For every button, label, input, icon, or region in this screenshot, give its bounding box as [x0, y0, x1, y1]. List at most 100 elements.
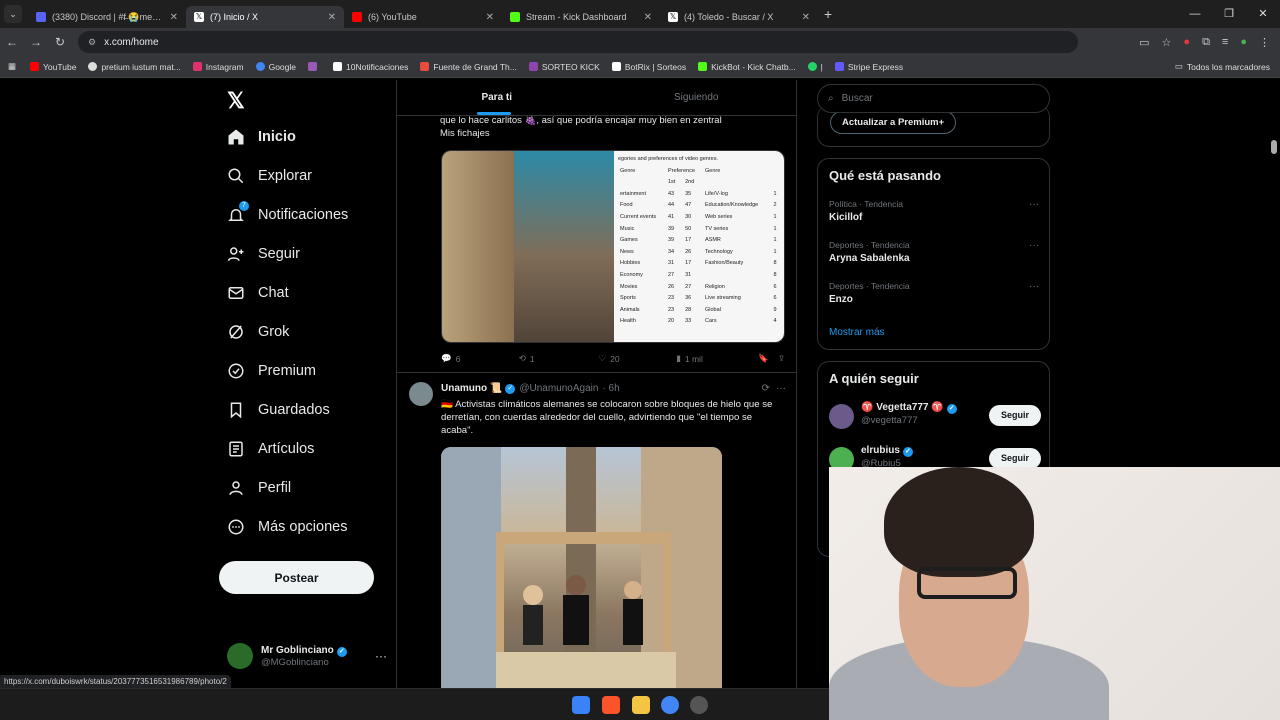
- like-button[interactable]: ♡ 20: [598, 353, 676, 364]
- bookmark-stripe[interactable]: Stripe Express: [834, 62, 903, 72]
- reply-button[interactable]: 💬 6: [441, 353, 519, 364]
- back-icon[interactable]: ←: [0, 35, 24, 49]
- browser-tab[interactable]: 𝕏 (4) Toledo - Buscar / X ✕: [660, 6, 818, 28]
- nav-premium[interactable]: Premium: [227, 362, 316, 380]
- new-tab-icon[interactable]: +: [824, 6, 832, 22]
- browser-tab[interactable]: (6) YouTube ✕: [344, 6, 502, 28]
- nav-mas-opciones[interactable]: Más opciones: [227, 518, 347, 536]
- show-more-link[interactable]: Mostrar más: [829, 327, 885, 338]
- tab-siguiendo[interactable]: Siguiendo: [597, 80, 797, 115]
- bookmark-10notificaciones[interactable]: 10Notificaciones: [333, 62, 408, 72]
- more-dots-icon[interactable]: ···: [1029, 240, 1039, 251]
- nav-seguir[interactable]: Seguir: [227, 245, 300, 263]
- repost-button[interactable]: ⟲ 1: [519, 353, 599, 364]
- follow-suggestion[interactable]: ♈ Vegetta777 ♈ ✓ @vegetta777 Seguir: [829, 402, 1041, 434]
- tweet[interactable]: Unamuno 📜 ✓ @UnamunoAgain · 6h ⟳ ··· 🇩🇪 …: [397, 372, 796, 689]
- table-photo[interactable]: egories and preferences of video genres.…: [614, 151, 784, 342]
- close-tab-icon[interactable]: ✕: [486, 12, 494, 23]
- share-icon[interactable]: ⇪: [778, 353, 785, 364]
- bookmark-instagram[interactable]: Instagram: [192, 62, 244, 72]
- profile-avatar-icon[interactable]: ●: [1240, 36, 1247, 49]
- obs-icon[interactable]: [690, 696, 708, 714]
- nav-notificaciones[interactable]: 7 Notificaciones: [227, 201, 348, 224]
- bookmark-icon[interactable]: 🔖: [758, 353, 778, 364]
- follow-button[interactable]: Seguir: [989, 448, 1041, 469]
- views-button[interactable]: ▮ 1 mil: [676, 353, 758, 364]
- brave-icon[interactable]: [602, 696, 620, 714]
- browser-tab[interactable]: Stream - Kick Dashboard ✕: [502, 6, 660, 28]
- all-bookmarks-folder[interactable]: ▭ Todos los marcadores: [1175, 61, 1270, 72]
- nav-perfil[interactable]: Perfil: [227, 479, 291, 497]
- media-icon[interactable]: ≡: [1222, 36, 1228, 49]
- grok-icon[interactable]: ⟳: [762, 383, 776, 394]
- more-dots-icon[interactable]: ···: [1029, 281, 1039, 292]
- close-window-icon[interactable]: ✕: [1246, 0, 1280, 28]
- close-tab-icon[interactable]: ✕: [644, 12, 652, 23]
- browser-tab[interactable]: (3380) Discord | #f̶ 😭memes ✕: [28, 6, 186, 28]
- close-tab-icon[interactable]: ✕: [328, 12, 336, 23]
- chrome-icon[interactable]: [661, 696, 679, 714]
- bookmark-botrix[interactable]: BotRix | Sorteos: [611, 62, 686, 72]
- nav-inicio[interactable]: Inicio: [227, 128, 296, 146]
- bookmark-pretium[interactable]: pretium iustum mat...: [88, 62, 181, 72]
- post-button[interactable]: Postear: [219, 561, 374, 594]
- forward-icon[interactable]: →: [24, 35, 48, 49]
- close-tab-icon[interactable]: ✕: [802, 12, 810, 23]
- close-tab-icon[interactable]: ✕: [170, 12, 178, 23]
- nav-explorar[interactable]: Explorar: [227, 167, 312, 185]
- nav-chat[interactable]: Chat: [227, 284, 289, 302]
- bookmark-google[interactable]: Google: [255, 62, 296, 72]
- bookmark-unnamed[interactable]: [308, 62, 321, 71]
- trend-item[interactable]: Política · Tendencia Kicillof ···: [829, 199, 1039, 223]
- tweet-media[interactable]: egories and preferences of video genres.…: [441, 150, 785, 343]
- tweet-text: 🇩🇪 Activistas climáticos alemanes se col…: [441, 399, 773, 436]
- trend-item[interactable]: Deportes · Tendencia Enzo ···: [829, 281, 1039, 305]
- bookmark-sorteo-kick[interactable]: SORTEO KICK: [528, 62, 600, 72]
- nav-articulos[interactable]: Artículos: [227, 440, 314, 458]
- link-status-bar: https://x.com/duboiswrk/status/203777351…: [0, 675, 231, 688]
- avatar[interactable]: [409, 382, 433, 406]
- nav-grok[interactable]: Grok: [227, 323, 289, 341]
- follow-button[interactable]: Seguir: [989, 405, 1041, 426]
- url-input[interactable]: ⚙ x.com/home: [78, 31, 1078, 53]
- minimize-icon[interactable]: —: [1178, 0, 1212, 28]
- more-dots-icon[interactable]: ···: [1029, 199, 1039, 210]
- site-info-icon[interactable]: ⚙: [88, 37, 96, 48]
- account-switcher[interactable]: Mr Goblinciano ✓ @MGoblinciano ···: [227, 643, 387, 669]
- tab-para-ti[interactable]: Para ti: [397, 80, 597, 115]
- photo[interactable]: [514, 151, 614, 342]
- restore-icon[interactable]: ❐: [1212, 0, 1246, 28]
- trend-item[interactable]: Deportes · Tendencia Aryna Sabalenka ···: [829, 240, 1039, 264]
- reload-icon[interactable]: ↻: [48, 35, 72, 49]
- browser-tab-active[interactable]: 𝕏 (7) Inicio / X ✕: [186, 6, 344, 28]
- webcam-hair: [884, 467, 1034, 577]
- extension-icon[interactable]: ●: [1183, 36, 1190, 49]
- bookmark-whatsapp[interactable]: |: [807, 62, 823, 72]
- upgrade-premium-button[interactable]: Actualizar a Premium+: [830, 111, 957, 134]
- photo: [441, 447, 722, 689]
- tweet-media[interactable]: [441, 447, 722, 689]
- bookmark-kickbot[interactable]: KickBot - Kick Chatb...: [698, 62, 796, 72]
- nav-guardados[interactable]: Guardados: [227, 401, 330, 419]
- search-input[interactable]: ⌕ Buscar: [817, 84, 1050, 113]
- folder-icon[interactable]: [632, 696, 650, 714]
- star-icon[interactable]: ☆: [1162, 36, 1172, 49]
- bookmark-grand-theft[interactable]: Fuente de Grand Th...: [420, 62, 517, 72]
- tweet-actions: 💬 6 ⟲ 1 ♡ 20 ▮ 1 mil 🔖 ⇪: [441, 353, 785, 364]
- apps-icon[interactable]: ▦: [8, 61, 16, 72]
- windows-start-icon[interactable]: [572, 696, 590, 714]
- puzzle-icon[interactable]: ⧉: [1202, 36, 1210, 49]
- more-dots-icon[interactable]: ···: [776, 383, 786, 394]
- more-dots-icon[interactable]: ···: [375, 649, 387, 663]
- bookmark-youtube[interactable]: YouTube: [30, 62, 76, 72]
- cast-icon[interactable]: ▭: [1139, 36, 1149, 49]
- photo[interactable]: [442, 151, 514, 342]
- tab-search-button[interactable]: ⌄: [4, 5, 22, 23]
- who-to-follow-title: A quién seguir: [829, 371, 919, 386]
- menu-icon[interactable]: ⋮: [1259, 36, 1270, 49]
- page-scrollbar[interactable]: [1271, 140, 1277, 154]
- trends-card: Qué está pasando Política · Tendencia Kic…: [817, 158, 1050, 350]
- x-logo-icon[interactable]: 𝕏: [227, 88, 245, 114]
- folder-icon: ▭: [1174, 61, 1183, 71]
- table-row: Food 44 47 Education/Knowledge 2: [620, 202, 777, 209]
